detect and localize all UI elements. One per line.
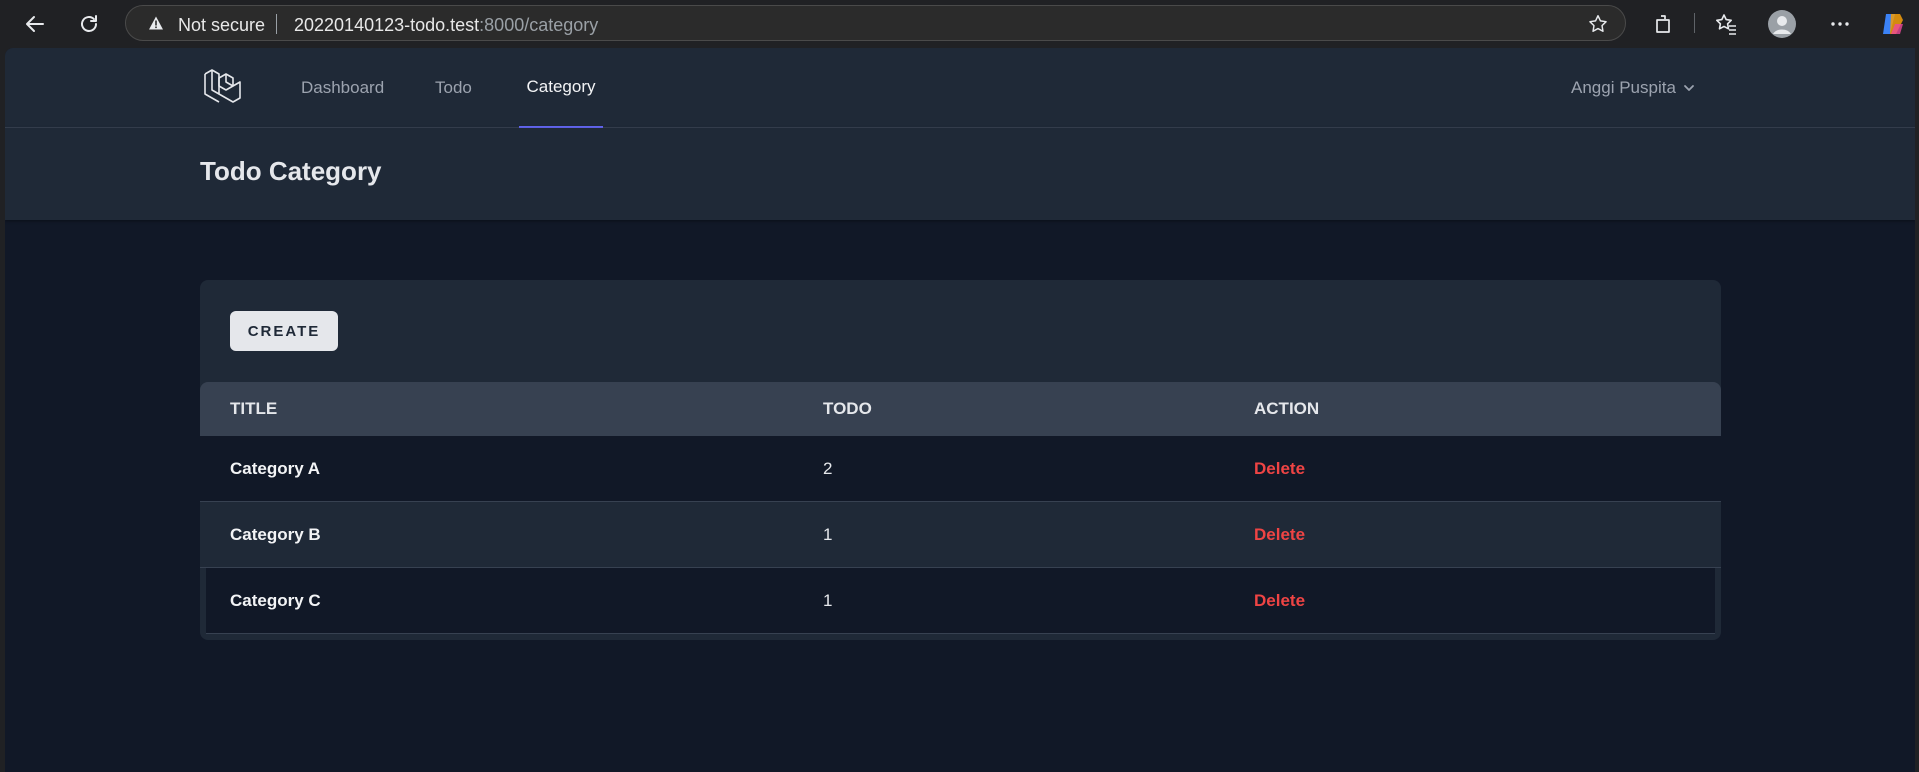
back-button[interactable]: [18, 7, 52, 41]
url-path: :8000/category: [479, 15, 599, 35]
table-row: Category B 1 Delete: [200, 502, 1721, 568]
extensions-icon: [1656, 15, 1670, 33]
todo-count: 1: [823, 590, 833, 610]
more-button[interactable]: [1823, 7, 1857, 41]
column-header-action: ACTION: [1254, 399, 1320, 418]
delete-button[interactable]: Delete: [1254, 436, 1305, 501]
security-status[interactable]: Not secure: [178, 15, 265, 36]
profile-icon: [1768, 10, 1796, 38]
app-window: Dashboard Todo Category Anggi Puspita To…: [5, 48, 1915, 772]
user-menu[interactable]: Anggi Puspita: [1571, 48, 1696, 128]
url-host: 20220140123-todo.test: [294, 15, 480, 35]
nav-category[interactable]: Category: [519, 48, 603, 128]
url-text[interactable]: 20220140123-todo.test:8000/category: [294, 15, 598, 36]
page-header: Todo Category: [5, 128, 1915, 220]
category-title: Category A: [230, 458, 321, 478]
browser-toolbar: Not secure 20220140123-todo.test:8000/ca…: [0, 0, 1919, 46]
nav-dashboard[interactable]: Dashboard: [297, 48, 388, 128]
table-header: TITLE TODO ACTION: [200, 382, 1721, 436]
column-header-todo: TODO: [823, 399, 872, 418]
address-separator: [276, 14, 277, 34]
todo-count: 1: [823, 524, 833, 544]
table-row: Category C 1 Delete: [206, 568, 1715, 634]
back-icon: [26, 16, 44, 32]
page-title: Todo Category: [200, 156, 382, 186]
favorites-icon: [1716, 14, 1736, 35]
category-panel: CREATE TITLE TODO ACTION Category A 2 De…: [200, 280, 1721, 640]
top-navigation: Dashboard Todo Category Anggi Puspita: [5, 48, 1915, 128]
more-icon: [1831, 22, 1849, 26]
warning-icon: [149, 16, 163, 30]
reload-button[interactable]: [72, 7, 106, 41]
reload-icon: [81, 15, 97, 32]
nav-todo[interactable]: Todo: [431, 48, 476, 128]
laravel-logo-icon[interactable]: [201, 66, 245, 110]
column-header-title: TITLE: [230, 399, 278, 418]
copilot-icon: [1883, 14, 1903, 34]
favorites-button[interactable]: [1709, 7, 1743, 41]
delete-button[interactable]: Delete: [1254, 502, 1305, 567]
chevron-down-icon: [1684, 85, 1694, 91]
favorite-star-icon[interactable]: [1587, 13, 1609, 35]
category-title: Category B: [230, 524, 321, 544]
create-button[interactable]: CREATE: [230, 311, 338, 351]
user-name: Anggi Puspita: [1571, 78, 1676, 97]
table-row: Category A 2 Delete: [200, 436, 1721, 502]
profile-button[interactable]: [1765, 7, 1799, 41]
todo-count: 2: [823, 458, 833, 478]
address-bar[interactable]: Not secure 20220140123-todo.test:8000/ca…: [125, 5, 1626, 41]
toolbar-divider: [1694, 13, 1695, 33]
category-title: Category C: [230, 590, 321, 610]
delete-button[interactable]: Delete: [1254, 568, 1305, 633]
copilot-button[interactable]: [1876, 7, 1910, 41]
extensions-button[interactable]: [1647, 7, 1681, 41]
